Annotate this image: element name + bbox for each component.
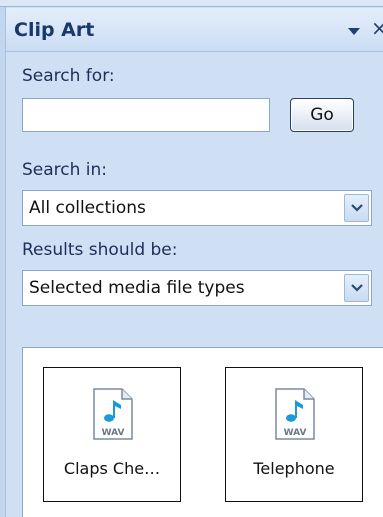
pane-titlebar: Clip Art × [6,8,383,52]
chevron-down-icon[interactable] [344,274,369,302]
search-input[interactable] [22,98,270,132]
clip-label: Telephone [253,459,335,478]
wav-file-icon: WAV [93,388,133,440]
chevron-down-icon[interactable] [344,194,369,222]
clip-item[interactable]: WAV Claps Che… [43,367,181,502]
pane-left-edge [0,7,6,517]
svg-text:WAV: WAV [284,428,307,438]
search-in-value: All collections [29,198,146,218]
go-button[interactable]: Go [290,98,354,132]
clip-label: Claps Che… [63,459,161,478]
wav-file-icon: WAV [275,388,315,440]
results-type-select[interactable]: Selected media file types [22,270,372,306]
pane-options-icon[interactable] [348,28,360,35]
results-area: WAV Claps Che… WAV Telephone [22,347,383,517]
svg-text:WAV: WAV [102,428,125,438]
close-icon[interactable]: × [371,18,383,38]
results-type-value: Selected media file types [29,278,245,298]
clip-item[interactable]: WAV Telephone [225,367,363,502]
search-for-label: Search for: [22,66,115,86]
pane-title: Clip Art [14,19,95,41]
search-in-select[interactable]: All collections [22,190,372,226]
search-in-label: Search in: [22,160,108,180]
window-top-border [0,0,383,7]
results-should-be-label: Results should be: [22,240,178,260]
